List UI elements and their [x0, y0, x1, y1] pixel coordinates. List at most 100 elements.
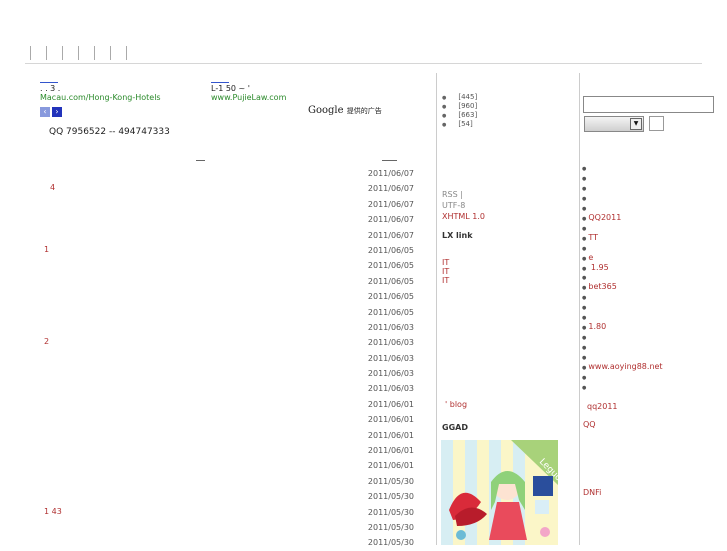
post-row: 2011/06/07	[36, 197, 417, 212]
post-row: 2011/06/03	[36, 320, 417, 335]
ggad-title: GGAD	[442, 423, 468, 432]
post-title[interactable]: 1 43	[44, 507, 62, 516]
nav-item[interactable]	[46, 46, 62, 60]
friend-link[interactable]	[582, 343, 663, 353]
rss-link[interactable]: RSS |	[442, 189, 485, 200]
ggad-banner-image[interactable]: Leguo	[441, 440, 558, 545]
friend-link[interactable]: bet365	[582, 282, 663, 293]
post-row: 2011/05/30	[36, 535, 417, 550]
category-item[interactable]: [960]	[442, 102, 477, 111]
post-date: 2011/06/07	[367, 169, 414, 178]
friend-link[interactable]: TT	[582, 233, 663, 244]
ad-pager: ‹ ›	[40, 107, 62, 117]
qq-link[interactable]: QQ	[583, 420, 596, 429]
ad-title-underline	[40, 82, 58, 83]
friend-link[interactable]	[582, 333, 663, 343]
sponsored-ad-2[interactable]: L-1 50 ~ ' www.PujieLaw.com	[211, 82, 286, 102]
ad-title[interactable]: L-1 50 ~ '	[211, 84, 286, 93]
post-title[interactable]: 1	[44, 245, 49, 254]
friend-link[interactable]: 1.95	[582, 263, 663, 274]
post-title[interactable]: 2	[44, 337, 49, 346]
friend-link[interactable]	[582, 194, 663, 204]
next-arrow-icon[interactable]: ›	[52, 107, 62, 117]
top-nav	[30, 46, 128, 60]
it-link[interactable]: IT	[442, 276, 449, 285]
nav-item[interactable]	[62, 46, 78, 60]
post-date: 2011/06/07	[367, 215, 414, 225]
post-row: 2011/06/05	[36, 274, 417, 289]
post-row: 2011/06/05	[36, 289, 417, 304]
dnf-link[interactable]: DNFi	[583, 488, 601, 497]
search-scope-select[interactable]: ▼	[584, 116, 644, 132]
category-item[interactable]: [663]	[442, 111, 477, 120]
friend-link[interactable]	[582, 174, 663, 184]
post-date: 2011/06/01	[367, 430, 414, 440]
post-date: 2011/06/01	[367, 399, 414, 409]
column-header-title	[196, 160, 205, 161]
friend-link[interactable]	[582, 383, 663, 393]
post-row: 2011/06/03	[36, 366, 417, 381]
ad-url[interactable]: Macau.com/Hong-Kong-Hotels	[40, 93, 161, 102]
qq2011-link[interactable]: qq2011	[587, 402, 618, 411]
qq-contact: QQ 7956522 -- 494747333	[49, 127, 170, 137]
google-ads-sub: 提供的广告	[346, 107, 382, 115]
post-row: 2011/06/07	[36, 166, 417, 181]
ad-title[interactable]: . . 3 .	[40, 84, 161, 93]
rss-info: RSS | UTF-8 XHTML 1.0	[442, 189, 485, 222]
xhtml-badge[interactable]: XHTML 1.0	[442, 211, 485, 222]
top-divider	[25, 63, 702, 64]
chevron-down-icon[interactable]: ▼	[630, 118, 642, 130]
blog-link[interactable]: ' blog	[445, 400, 467, 409]
post-date: 2011/06/03	[367, 369, 414, 379]
friend-link[interactable]	[582, 373, 663, 383]
column-header-date	[382, 160, 397, 161]
post-row: 2011/06/01	[36, 412, 417, 427]
nav-item[interactable]	[30, 46, 46, 60]
post-row: 2011/06/01	[36, 428, 417, 443]
post-date: 2011/06/01	[367, 415, 414, 425]
category-item[interactable]: [54]	[442, 120, 477, 129]
post-row: 2011/06/01	[36, 458, 417, 473]
sponsored-ad-1[interactable]: . . 3 . Macau.com/Hong-Kong-Hotels	[40, 82, 161, 102]
nav-item[interactable]	[110, 46, 126, 60]
post-row: 4 2011/06/07	[36, 181, 417, 196]
post-date: 2011/06/03	[367, 384, 414, 394]
friend-link[interactable]	[582, 293, 663, 303]
post-row: 2011/06/05	[36, 305, 417, 320]
nav-item[interactable]	[126, 46, 128, 60]
nav-item[interactable]	[78, 46, 94, 60]
friend-link[interactable]	[582, 184, 663, 194]
friend-link[interactable]	[582, 244, 663, 254]
post-row: 1 2011/06/05	[36, 243, 417, 258]
friend-link[interactable]	[582, 303, 663, 313]
friend-link[interactable]	[582, 164, 663, 174]
post-row: 2011/06/01	[36, 397, 417, 412]
middle-sidebar: [445][960][663][54] RSS | UTF-8 XHTML 1.…	[436, 73, 580, 545]
post-date: 2011/05/30	[367, 476, 414, 486]
nav-item[interactable]	[94, 46, 110, 60]
post-date: 2011/06/05	[367, 307, 414, 317]
ad-url[interactable]: www.PujieLaw.com	[211, 93, 286, 102]
google-ads-label[interactable]: Google 提供的广告	[308, 105, 382, 116]
post-date: 2011/06/05	[367, 292, 414, 302]
category-item[interactable]: [445]	[442, 93, 477, 102]
prev-arrow-icon[interactable]: ‹	[40, 107, 50, 117]
post-date: 2011/06/01	[367, 461, 414, 471]
search-input[interactable]	[583, 96, 714, 113]
post-date: 2011/06/05	[367, 261, 414, 271]
post-date: 2011/06/07	[367, 199, 414, 209]
post-date: 2011/05/30	[367, 507, 414, 517]
it-link[interactable]: IT	[442, 258, 449, 267]
friend-link[interactable]: www.aoying88.net	[582, 362, 662, 373]
search-submit-button[interactable]	[649, 116, 664, 131]
it-links: IT IT IT	[442, 258, 449, 285]
friend-link[interactable]: QQ2011	[582, 213, 663, 224]
post-row: 2011/05/30	[36, 489, 417, 504]
lx-link-title: LX link	[442, 231, 473, 240]
post-title[interactable]: 4	[50, 183, 55, 192]
post-row: 1 43 2011/05/30	[36, 505, 417, 520]
friend-link[interactable]: 1.80	[582, 322, 663, 333]
post-row: 2011/05/30	[36, 520, 417, 535]
it-link[interactable]: IT	[442, 267, 449, 276]
post-date: 2011/06/03	[367, 338, 414, 348]
